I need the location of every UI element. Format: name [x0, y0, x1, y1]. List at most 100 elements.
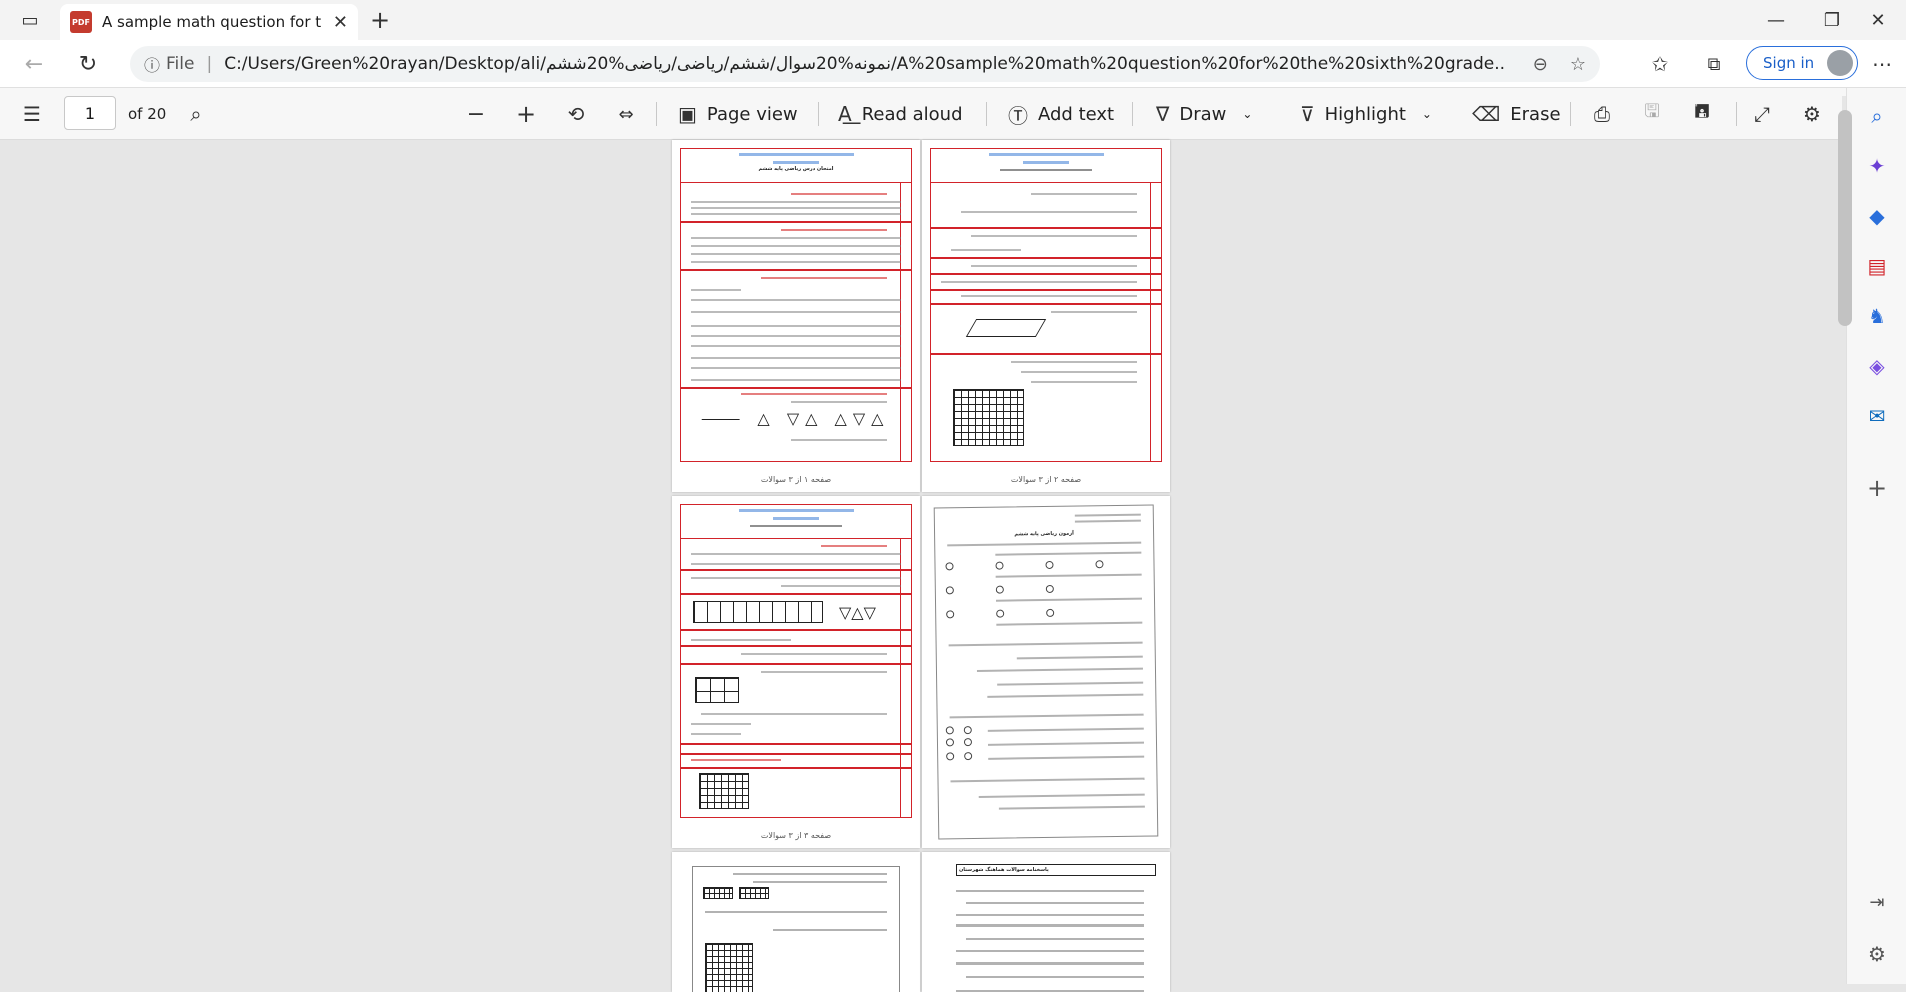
url-field[interactable]: ⓘ File | C:/Users/Green%20rayan/Desktop/… [130, 46, 1600, 82]
pdf-page-4[interactable]: آزمون ریاضی پایه ششم [922, 496, 1170, 848]
print-icon[interactable]: ⎙ [1588, 100, 1616, 128]
more-icon[interactable]: ⋯ [1868, 50, 1896, 78]
back-icon[interactable]: ← [20, 50, 48, 78]
pdf-page-2[interactable]: صفحه ۲ از ۳ سوالات [922, 140, 1170, 492]
save-icon[interactable]: 🖫 [1638, 100, 1666, 128]
collections-icon[interactable]: ⧉ [1700, 50, 1728, 78]
divider [818, 102, 819, 126]
new-tab-button[interactable]: + [366, 6, 394, 34]
url-text: C:/Users/Green%20rayan/Desktop/ali/نمونه… [224, 54, 1505, 74]
exam-header: امتحان درس ریاضی پایه ششم [681, 149, 911, 183]
hide-sidebar-icon[interactable]: ⇥ [1847, 882, 1906, 922]
page-view-label: Page view [706, 103, 798, 125]
highlight-button[interactable]: ⊽ Highlight ⌄ [1300, 88, 1432, 140]
page-footer: صفحه ۱ از ۳ سوالات [760, 475, 832, 484]
triangle-shape: ▽△▽ [839, 603, 876, 622]
divider [1132, 102, 1133, 126]
exam-title: آزمون ریاضی پایه ششم [1014, 530, 1074, 538]
fit-width-icon[interactable]: ⇔ [612, 100, 640, 128]
search-icon[interactable]: ⌕ [1847, 96, 1906, 136]
answer-table [693, 601, 823, 623]
eraser-icon: ⌫ [1472, 102, 1501, 126]
outlook-icon[interactable]: ✉ [1847, 396, 1906, 436]
triangle-pattern: ⸻ △ ▽△ △▽△ [701, 409, 890, 428]
refresh-icon[interactable]: ↻ [74, 50, 102, 78]
microsoft-365-icon[interactable]: ◈ [1847, 346, 1906, 386]
close-tab-icon[interactable]: ✕ [333, 12, 348, 33]
scanned-exam [692, 866, 900, 992]
save-as-icon[interactable]: 🖪 [1688, 100, 1716, 128]
rotate-icon[interactable]: ⟲ [562, 100, 590, 128]
read-aloud-label: Read aloud [861, 103, 963, 125]
divider [1736, 102, 1737, 126]
zoom-in-icon[interactable]: + [512, 100, 540, 128]
exam-frame [930, 148, 1162, 462]
erase-button[interactable]: ⌫ Erase [1472, 88, 1561, 140]
address-bar: ← ↻ ⓘ File | C:/Users/Green%20rayan/Desk… [0, 40, 1906, 88]
games-icon[interactable]: ♞ [1847, 296, 1906, 336]
erase-label: Erase [1510, 103, 1561, 125]
sign-in-label: Sign in [1763, 54, 1815, 72]
search-icon[interactable]: ⌕ [182, 100, 210, 128]
box-shape [965, 319, 1047, 337]
pdf-icon: PDF [70, 11, 92, 33]
add-favorite-icon[interactable]: ☆ [1570, 54, 1586, 75]
chevron-down-icon[interactable]: ⌄ [1242, 107, 1252, 121]
exam-frame: امتحان درس ریاضی پایه ششم ⸻ △ ▽△ △▽△ [680, 148, 912, 462]
scrollbar-thumb[interactable] [1838, 110, 1852, 326]
add-text-label: Add text [1038, 103, 1115, 125]
add-icon[interactable]: + [1847, 468, 1906, 508]
shopping-icon[interactable]: ◆ [1847, 196, 1906, 236]
scrollbar[interactable] [1838, 96, 1852, 984]
draw-button[interactable]: ∇ Draw ⌄ [1156, 88, 1252, 140]
contents-icon[interactable]: ☰ [18, 100, 46, 128]
favorites-icon[interactable]: ✩ [1646, 50, 1674, 78]
divider [1570, 102, 1571, 126]
close-window-icon[interactable]: ✕ [1850, 0, 1906, 40]
read-aloud-icon: A͟ [838, 102, 852, 126]
page-view-icon: ▣ [678, 102, 697, 126]
highlight-label: Highlight [1324, 103, 1406, 125]
tab-title: A sample math question for the s [102, 13, 322, 31]
zoom-icon[interactable]: ⊖ [1533, 54, 1548, 75]
square-grid [699, 773, 749, 809]
pdf-page-1[interactable]: امتحان درس ریاضی پایه ششم ⸻ △ ▽△ △▽△ صفح… [672, 140, 920, 492]
page-number-input[interactable]: 1 [64, 96, 116, 130]
draw-label: Draw [1179, 103, 1227, 125]
divider [986, 102, 987, 126]
page-footer: صفحه ۲ از ۳ سوالات [1010, 475, 1082, 484]
minimize-icon[interactable]: — [1748, 0, 1804, 40]
exam-title: امتحان درس ریاضی پایه ششم [758, 166, 834, 172]
file-label: File [166, 54, 195, 74]
copilot-icon[interactable]: ✦ [1847, 146, 1906, 186]
info-icon[interactable]: ⓘ [144, 52, 160, 76]
fullscreen-icon[interactable]: ⤢ [1748, 100, 1776, 128]
pdf-page-3[interactable]: ▽△▽ صفحه ۳ از ۳ سوالات [672, 496, 920, 848]
answer-key-title: پاسخنامه سوالات هماهنگ شهرستان [956, 864, 1156, 876]
chevron-down-icon[interactable]: ⌄ [1422, 107, 1432, 121]
tab-active[interactable]: PDF A sample math question for the s ✕ [60, 4, 358, 40]
scanned-exam: آزمون ریاضی پایه ششم [933, 504, 1159, 840]
sign-in-button[interactable]: Sign in [1746, 46, 1858, 80]
exam-header [681, 505, 911, 539]
pdf-page-6[interactable]: پاسخنامه سوالات هماهنگ شهرستان [922, 852, 1170, 992]
read-aloud-button[interactable]: A͟ Read aloud [838, 88, 963, 140]
square-grid [705, 943, 753, 992]
tab-actions-icon[interactable]: ▭ [16, 8, 44, 32]
add-text-icon: Ⓣ [1008, 103, 1028, 128]
tools-icon[interactable]: ▤ [1847, 246, 1906, 286]
page-view-button[interactable]: ▣ Page view [678, 88, 798, 140]
edge-sidebar: ⌕ ✦ ◆ ▤ ♞ ◈ ✉ + ⇥ ⚙ [1846, 88, 1906, 984]
pdf-page-5[interactable] [672, 852, 920, 992]
zoom-out-icon[interactable]: − [462, 100, 490, 128]
add-text-button[interactable]: Ⓣ Add text [1008, 88, 1114, 140]
page-footer: صفحه ۳ از ۳ سوالات [760, 831, 832, 840]
divider [656, 102, 657, 126]
small-table [695, 677, 739, 703]
pdf-toolbar: ☰ 1 of 20 ⌕ − + ⟲ ⇔ ▣ Page view A͟ Read … [0, 88, 1846, 140]
sidebar-settings-icon[interactable]: ⚙ [1847, 934, 1906, 974]
settings-icon[interactable]: ⚙ [1798, 100, 1826, 128]
square-grid [703, 887, 733, 899]
tab-bar: ▭ PDF A sample math question for the s ✕… [0, 0, 1906, 40]
square-grid [953, 389, 1024, 446]
